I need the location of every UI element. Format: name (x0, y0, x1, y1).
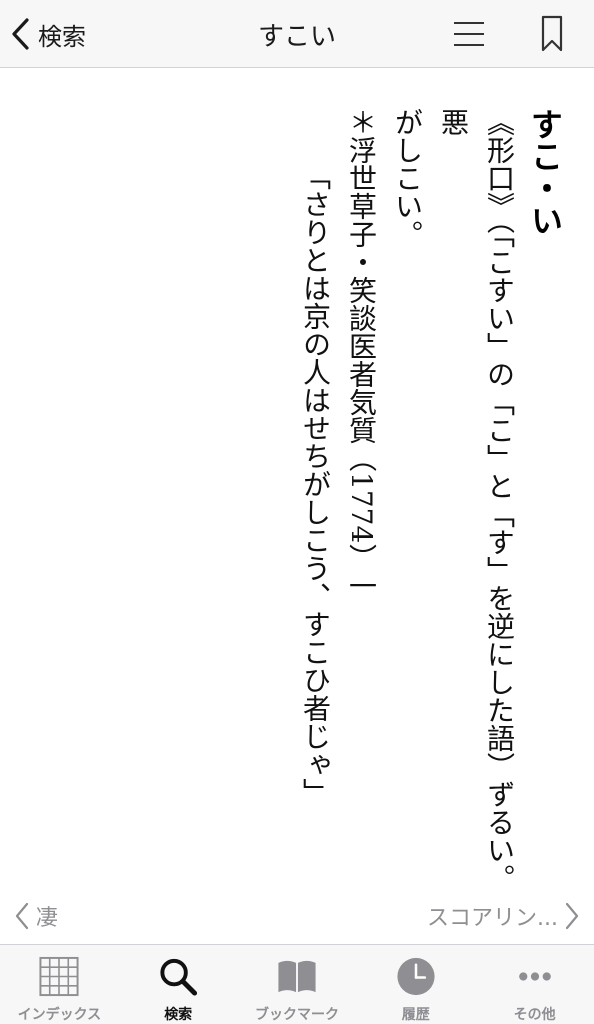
next-entry-link[interactable]: スコアリン... (427, 898, 580, 934)
tab-more[interactable]: その他 (475, 945, 594, 1024)
previous-entry-link[interactable]: 凄 (14, 898, 58, 934)
more-icon (518, 972, 551, 981)
page-title: すこい (257, 22, 336, 52)
next-entry-label: スコアリン... (427, 906, 558, 931)
tab-label: インデックス (17, 1007, 102, 1023)
back-button[interactable]: 検索 (10, 14, 86, 54)
back-button-label: 検索 (38, 22, 86, 51)
chevron-left-icon (15, 902, 29, 930)
bookmark-button[interactable] (538, 14, 566, 54)
definition-line: がしこい。 (391, 108, 424, 248)
grid-icon (39, 956, 79, 997)
search-icon (160, 958, 198, 996)
clock-icon (397, 957, 435, 996)
chevron-left-icon (12, 18, 29, 50)
menu-icon (454, 22, 484, 46)
tab-history[interactable]: 履歴 (356, 945, 475, 1024)
chevron-right-icon (565, 902, 579, 930)
tab-label: ブックマーク (254, 1007, 339, 1023)
book-icon (278, 960, 316, 993)
entry-content: すこ・い 《形口》（「こすい」の「こ」と「す」を逆にした語）ずるい。悪 がしこい… (292, 108, 568, 898)
definition-line: 《形口》（「こすい」の「こ」と「す」を逆にした語）ずるい。悪 (437, 108, 516, 892)
previous-entry-label: 凄 (36, 906, 59, 931)
tab-label: その他 (513, 1007, 556, 1023)
tab-label: 履歴 (401, 1007, 430, 1023)
tab-bookmarks[interactable]: ブックマーク (238, 945, 357, 1024)
tab-search[interactable]: 検索 (119, 945, 238, 1024)
menu-button[interactable] (450, 16, 488, 52)
example-quote: 「さりとは京の人はせちがしこう、すこひ者じゃ」 (299, 162, 332, 806)
navigation-bar: 検索 すこい (0, 0, 594, 68)
bookmark-icon (541, 15, 563, 52)
tab-index[interactable]: インデックス (0, 945, 119, 1024)
entry-headword: すこ・い (526, 108, 564, 236)
example-source: ＊浮世草子・笑談医者気質（1774）一 (345, 108, 378, 600)
tab-label: 検索 (164, 1007, 193, 1023)
tab-bar: インデックス 検索 ブックマーク 履歴 その他 (0, 944, 594, 1024)
